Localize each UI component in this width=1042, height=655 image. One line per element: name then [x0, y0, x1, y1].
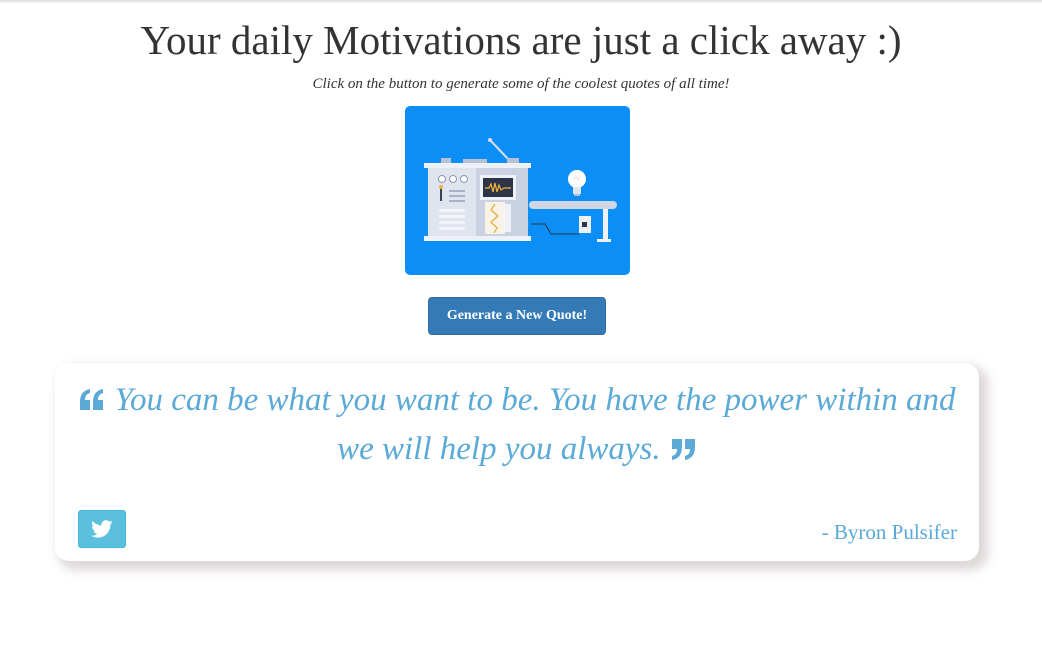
quote-right-icon — [669, 428, 697, 475]
quote-author: - Byron Pulsifer — [821, 520, 957, 544]
page-subtitle: Click on the button to generate some of … — [312, 76, 730, 92]
quote-block: You can be what you want to be. You have… — [65, 377, 969, 475]
tweet-button[interactable] — [78, 510, 126, 548]
quote-card: You can be what you want to be. You have… — [55, 363, 979, 561]
page-title: Your daily Motivations are just a click … — [140, 17, 902, 63]
quote-machine-illustration — [405, 106, 630, 275]
generate-quote-button[interactable]: Generate a New Quote! — [428, 297, 606, 335]
machine-icon — [424, 138, 617, 242]
quote-text: You can be what you want to be. You have… — [114, 382, 956, 467]
page: Your daily Motivations are just a click … — [0, 0, 1042, 655]
quote-left-icon — [78, 379, 106, 426]
twitter-icon — [91, 520, 113, 538]
